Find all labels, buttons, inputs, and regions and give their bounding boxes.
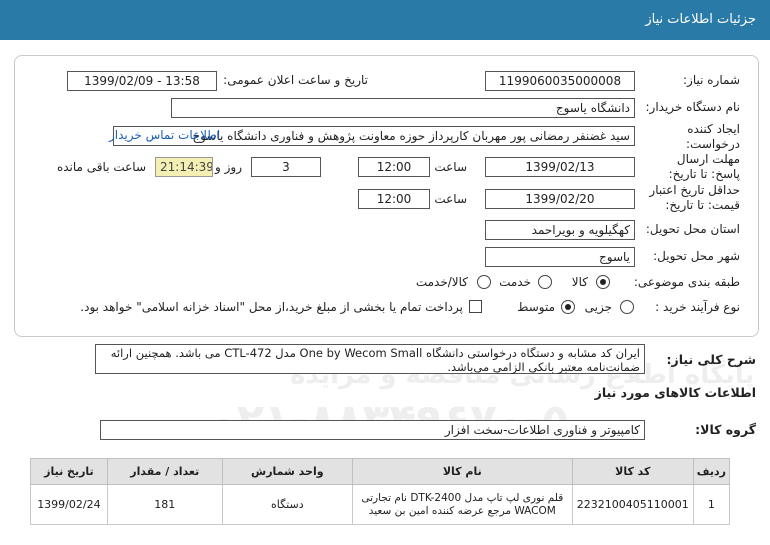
cell-row: 1 xyxy=(692,484,731,525)
process-radio-minor[interactable] xyxy=(620,300,634,314)
buyer-field[interactable]: دانشگاه یاسوج xyxy=(171,98,635,118)
category-radio-service[interactable] xyxy=(538,275,552,289)
category-option-service: خدمت xyxy=(499,275,531,289)
need-number-field[interactable]: 1199060035000008 xyxy=(485,71,635,91)
process-radio-medium[interactable] xyxy=(561,300,575,314)
city-label: شهر محل تحویل: xyxy=(653,249,740,263)
validity-time-field[interactable]: 12:00 xyxy=(358,189,430,209)
goods-group-label: گروه کالا: xyxy=(695,422,756,437)
need-number-label: شماره نیاز: xyxy=(683,73,740,87)
cell-date: 1399/02/24 xyxy=(30,484,108,525)
category-option-goods: کالا xyxy=(571,275,588,289)
col-row-header: ردیف xyxy=(692,458,731,485)
treasury-payment-note: پرداخت تمام یا بخشی از مبلغ خرید،از محل … xyxy=(80,300,463,314)
deadline-time-field[interactable]: 12:00 xyxy=(358,157,430,177)
validity-date-field[interactable]: 1399/02/20 xyxy=(485,189,635,209)
need-details-panel: شماره نیاز: 1199060035000008 تاریخ و ساع… xyxy=(14,55,759,337)
deadline-date-field[interactable]: 1399/02/13 xyxy=(485,157,635,177)
province-label: استان محل تحویل: xyxy=(645,222,740,236)
cell-qty: 181 xyxy=(106,484,223,525)
description-label: شرح کلی نیاز: xyxy=(666,352,756,367)
deadline-label: مهلت ارسال پاسخ: تا تاریخ: xyxy=(645,152,740,182)
category-radio-goods[interactable] xyxy=(596,275,610,289)
description-field[interactable]: ایران کد مشابه و دستگاه درخواستی دانشگاه… xyxy=(95,344,645,374)
creator-label: ایجاد کننده درخواست: xyxy=(645,122,740,152)
deadline-label-text: مهلت ارسال پاسخ: تا تاریخ: xyxy=(668,152,740,181)
category-label: طبقه بندی موضوعی: xyxy=(633,275,740,289)
goods-group-field[interactable]: کامپیوتر و فناوری اطلاعات-سخت افزار xyxy=(100,420,645,440)
province-field[interactable]: کهگیلویه و بویراحمد xyxy=(485,220,635,240)
col-qty-header: تعداد / مقدار xyxy=(106,458,223,485)
remaining-time-field: 21:14:39 xyxy=(155,157,213,177)
col-name-header: نام کالا xyxy=(351,458,573,485)
buyer-label: نام دستگاه خریدار: xyxy=(645,100,741,114)
process-option-minor: جزیی xyxy=(584,300,612,314)
col-unit-header: واحد شمارش xyxy=(221,458,353,485)
col-code-header: کد کالا xyxy=(571,458,694,485)
col-date-header: تاریخ نیاز xyxy=(30,458,108,485)
creator-label-text: ایجاد کننده درخواست: xyxy=(686,122,740,151)
validity-time-label: ساعت xyxy=(434,192,467,206)
cell-code: 2232100405110001 xyxy=(571,484,694,525)
validity-label: حداقل تاریخ اعتبار قیمت: تا تاریخ: xyxy=(630,183,740,213)
buyer-contact-link[interactable]: اطلاعات تماس خریدار xyxy=(109,128,220,142)
page-title: جزئیات اطلاعات نیاز xyxy=(645,12,756,27)
category-radio-goods-service[interactable] xyxy=(477,275,491,289)
remaining-label: ساعت باقی مانده xyxy=(56,160,146,174)
days-label: روز و xyxy=(215,160,242,174)
days-field[interactable]: 3 xyxy=(251,157,321,177)
process-label: نوع فرآیند خرید : xyxy=(655,300,740,314)
table-header-row: ردیف کد کالا نام کالا واحد شمارش تعداد /… xyxy=(30,458,731,485)
treasury-payment-checkbox[interactable] xyxy=(469,300,482,313)
announce-date-field[interactable]: 1399/02/09 - 13:58 xyxy=(67,71,217,91)
category-option-goods-service: کالا/خدمت xyxy=(415,275,468,289)
announce-date-label: تاریخ و ساعت اعلان عمومی: xyxy=(223,73,368,87)
validity-label-text: حداقل تاریخ اعتبار قیمت: تا تاریخ: xyxy=(649,183,740,212)
page-header: جزئیات اطلاعات نیاز xyxy=(0,0,770,40)
table-row[interactable]: 1 2232100405110001 قلم نوری لپ تاپ مدل D… xyxy=(30,484,731,525)
deadline-time-label: ساعت xyxy=(434,160,467,174)
process-option-medium: متوسط xyxy=(517,300,555,314)
cell-unit: دستگاه xyxy=(221,484,353,525)
goods-section-title: اطلاعات کالاهای مورد نیاز xyxy=(594,385,756,400)
city-field[interactable]: یاسوج xyxy=(485,247,635,267)
goods-table: ردیف کد کالا نام کالا واحد شمارش تعداد /… xyxy=(30,458,731,525)
cell-name: قلم نوری لپ تاپ مدل DTK-2400 نام تجارتی … xyxy=(351,484,573,525)
